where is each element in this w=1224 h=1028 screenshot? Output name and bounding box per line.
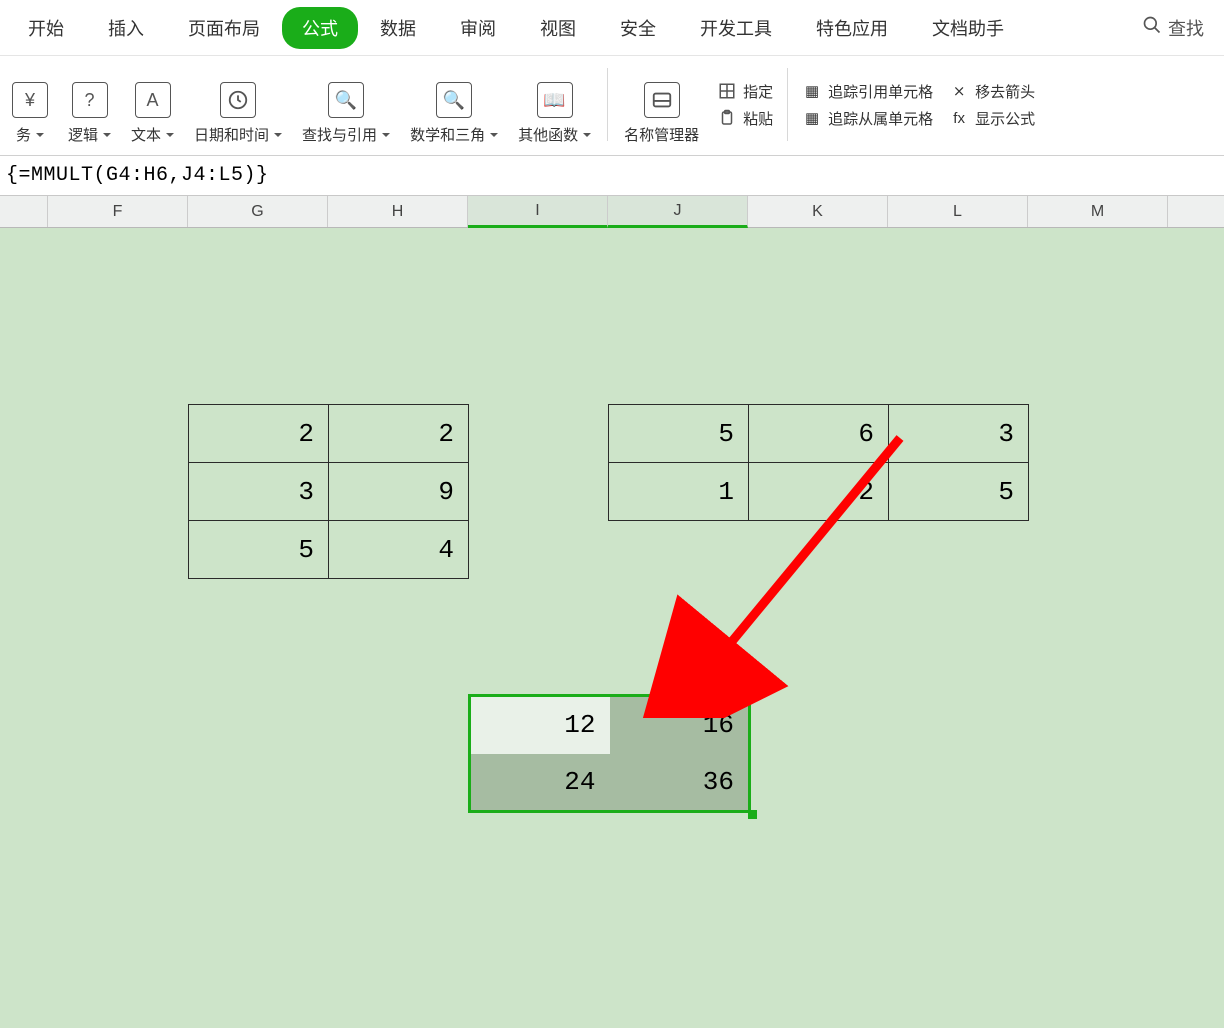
tab-security[interactable]: 安全 bbox=[598, 5, 678, 51]
col-header-j[interactable]: J bbox=[608, 196, 748, 228]
btn-lookup[interactable]: 🔍 查找与引用 bbox=[292, 64, 400, 145]
tab-home[interactable]: 开始 bbox=[6, 5, 86, 51]
cell[interactable]: 9 bbox=[329, 463, 469, 521]
tab-layout[interactable]: 页面布局 bbox=[166, 5, 282, 51]
tab-dochelper[interactable]: 文档助手 bbox=[910, 5, 1026, 51]
btn-financial[interactable]: ¥ 务 bbox=[2, 64, 58, 145]
btn-name-manager[interactable]: 名称管理器 bbox=[614, 64, 709, 145]
cell[interactable]: 2 bbox=[189, 405, 329, 463]
cell[interactable]: 2 bbox=[329, 405, 469, 463]
cell[interactable]: 24 bbox=[470, 754, 610, 812]
btn-datetime[interactable]: 日期和时间 bbox=[184, 64, 292, 145]
formula-bar[interactable]: {=MMULT(G4:H6,J4:L5)} bbox=[0, 156, 1224, 196]
ribbon-tabs: 开始 插入 页面布局 公式 数据 审阅 视图 安全 开发工具 特色应用 文档助手… bbox=[0, 0, 1224, 56]
tray-icon bbox=[644, 82, 680, 118]
col-header-i[interactable]: I bbox=[468, 196, 608, 228]
formula-text: {=MMULT(G4:H6,J4:L5)} bbox=[4, 164, 269, 187]
col-header-m[interactable]: M bbox=[1028, 196, 1168, 227]
col-header-l[interactable]: L bbox=[888, 196, 1028, 227]
btn-math[interactable]: 🔍 数学和三角 bbox=[400, 64, 508, 145]
grid-icon bbox=[717, 81, 737, 101]
cell[interactable]: 16 bbox=[610, 696, 750, 754]
cell[interactable]: 3 bbox=[889, 405, 1029, 463]
select-all-corner[interactable] bbox=[0, 196, 48, 227]
matrix-a[interactable]: 22 39 54 bbox=[188, 404, 469, 579]
ribbon: ¥ 务 ? 逻辑 A 文本 日期和时间 🔍 查找与引用 🔍 数学和三角 📖 其他… bbox=[0, 56, 1224, 156]
btn-logic[interactable]: ? 逻辑 bbox=[58, 64, 121, 145]
tab-formula[interactable]: 公式 bbox=[282, 7, 358, 49]
cell[interactable]: 2 bbox=[749, 463, 889, 521]
fill-handle[interactable] bbox=[748, 810, 757, 819]
cell-active[interactable]: 12 bbox=[470, 696, 610, 754]
btn-show-formula[interactable]: fx显示公式 bbox=[949, 105, 1035, 132]
remove-arrow-icon: ⨯ bbox=[949, 81, 969, 101]
col-header-k[interactable]: K bbox=[748, 196, 888, 227]
search-button[interactable]: 查找 bbox=[1128, 5, 1218, 51]
tab-insert[interactable]: 插入 bbox=[86, 5, 166, 51]
btn-trace-precedents[interactable]: ▦追踪引用单元格 bbox=[802, 78, 933, 105]
clock-icon bbox=[220, 82, 256, 118]
cell[interactable]: 4 bbox=[329, 521, 469, 579]
tab-view[interactable]: 视图 bbox=[518, 5, 598, 51]
cell[interactable]: 5 bbox=[609, 405, 749, 463]
worksheet[interactable]: 22 39 54 563 125 1216 2436 bbox=[0, 228, 1224, 1028]
btn-assign[interactable]: 指定 bbox=[717, 78, 773, 105]
search-icon bbox=[1142, 15, 1162, 40]
result-selection[interactable]: 1216 2436 bbox=[468, 694, 751, 813]
tab-dev[interactable]: 开发工具 bbox=[678, 5, 794, 51]
trace-ref-icon: ▦ bbox=[802, 81, 822, 101]
tab-special[interactable]: 特色应用 bbox=[794, 5, 910, 51]
btn-remove-arrows[interactable]: ⨯移去箭头 bbox=[949, 78, 1035, 105]
btn-paste-name[interactable]: 粘贴 bbox=[717, 105, 773, 132]
letter-icon: A bbox=[135, 82, 171, 118]
matrix-b[interactable]: 563 125 bbox=[608, 404, 1029, 521]
col-header-h[interactable]: H bbox=[328, 196, 468, 227]
separator bbox=[787, 68, 788, 141]
money-icon: ¥ bbox=[12, 82, 48, 118]
cell[interactable]: 1 bbox=[609, 463, 749, 521]
cell[interactable]: 36 bbox=[610, 754, 750, 812]
btn-trace-dependents[interactable]: ▦追踪从属单元格 bbox=[802, 105, 933, 132]
separator bbox=[607, 68, 608, 141]
cell[interactable]: 3 bbox=[189, 463, 329, 521]
lookup-icon: 🔍 bbox=[328, 82, 364, 118]
tab-review[interactable]: 审阅 bbox=[438, 5, 518, 51]
col-header-g[interactable]: G bbox=[188, 196, 328, 227]
btn-text[interactable]: A 文本 bbox=[121, 64, 184, 145]
cell[interactable]: 5 bbox=[889, 463, 1029, 521]
search-label: 查找 bbox=[1168, 15, 1204, 41]
btn-other[interactable]: 📖 其他函数 bbox=[508, 64, 601, 145]
question-icon: ? bbox=[72, 82, 108, 118]
fx-icon: fx bbox=[949, 108, 969, 128]
tab-data[interactable]: 数据 bbox=[358, 5, 438, 51]
book-icon: 📖 bbox=[537, 82, 573, 118]
cell[interactable]: 5 bbox=[189, 521, 329, 579]
column-headers: F G H I J K L M bbox=[0, 196, 1224, 228]
clipboard-icon bbox=[717, 108, 737, 128]
math-icon: 🔍 bbox=[436, 82, 472, 118]
trace-dep-icon: ▦ bbox=[802, 108, 822, 128]
col-header-f[interactable]: F bbox=[48, 196, 188, 227]
cell[interactable]: 6 bbox=[749, 405, 889, 463]
